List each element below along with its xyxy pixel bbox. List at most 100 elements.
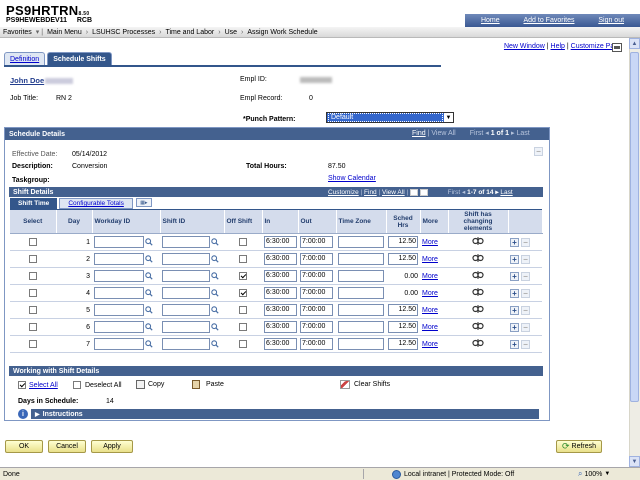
off-shift-checkbox[interactable] <box>239 289 247 297</box>
off-shift-checkbox[interactable] <box>239 340 247 348</box>
in-time-field[interactable]: 6:30:00 <box>264 253 297 265</box>
clear-shifts-action[interactable]: Clear Shifts <box>340 380 390 389</box>
zoom-grid-icon[interactable] <box>419 188 428 196</box>
cancel-button[interactable]: Cancel <box>48 440 86 453</box>
find-link[interactable]: Find <box>412 130 426 137</box>
lookup-icon[interactable] <box>144 255 153 263</box>
add-row-icon[interactable]: + <box>510 305 519 315</box>
find-link[interactable]: Find <box>364 189 377 196</box>
sched-hrs-field[interactable]: 12.50 <box>388 236 418 248</box>
changing-elements-icon[interactable] <box>472 236 484 246</box>
zoom-level[interactable]: 100% <box>584 471 602 478</box>
lookup-icon[interactable] <box>210 306 219 314</box>
copy-action[interactable]: Copy <box>136 380 164 389</box>
sign-out-link[interactable]: Sign out <box>598 17 624 24</box>
out-time-field[interactable]: 7:00:00 <box>300 253 333 265</box>
time-zone-field[interactable] <box>338 338 384 350</box>
out-time-field[interactable]: 7:00:00 <box>300 338 333 350</box>
delete-row-icon[interactable]: − <box>520 254 530 264</box>
changing-elements-icon[interactable] <box>472 270 484 280</box>
in-time-field[interactable]: 6:30:00 <box>264 321 297 333</box>
off-shift-checkbox[interactable] <box>239 238 247 246</box>
delete-row-icon[interactable]: − <box>520 322 530 332</box>
more-link[interactable]: More <box>422 290 438 297</box>
add-row-icon[interactable]: + <box>510 322 519 332</box>
sched-hrs-field[interactable]: 12.50 <box>388 304 418 316</box>
in-time-field[interactable]: 6:30:00 <box>264 338 297 350</box>
workday-id-field[interactable] <box>94 236 144 248</box>
changing-elements-icon[interactable] <box>472 253 484 263</box>
delete-row-icon[interactable]: − <box>520 288 530 298</box>
add-row-icon[interactable]: + <box>510 254 519 264</box>
lookup-icon[interactable] <box>210 323 219 331</box>
lookup-icon[interactable] <box>210 238 219 246</box>
row-select-checkbox[interactable] <box>29 289 37 297</box>
time-zone-field[interactable] <box>338 321 384 333</box>
help-link[interactable]: Help <box>551 43 565 50</box>
scroll-up-arrow[interactable]: ▲ <box>629 38 640 49</box>
time-zone-field[interactable] <box>338 270 384 282</box>
lookup-icon[interactable] <box>144 289 153 297</box>
out-time-field[interactable]: 7:00:00 <box>300 287 333 299</box>
tab-configurable-totals[interactable]: Configurable Totals <box>59 198 133 209</box>
refresh-button[interactable]: ⟳ Refresh <box>556 440 602 453</box>
row-select-checkbox[interactable] <box>29 272 37 280</box>
breadcrumb-main-menu[interactable]: Main Menu <box>47 29 82 36</box>
lookup-icon[interactable] <box>144 323 153 331</box>
breadcrumb-favorites[interactable]: Favorites <box>3 29 32 36</box>
workday-id-field[interactable] <box>94 304 144 316</box>
next-arrow-icon[interactable]: ▸ <box>495 189 498 196</box>
off-shift-checkbox[interactable] <box>239 323 247 331</box>
show-calendar-link[interactable]: Show Calendar <box>328 175 376 182</box>
in-time-field[interactable]: 6:30:00 <box>264 287 297 299</box>
lookup-icon[interactable] <box>144 238 153 246</box>
changing-elements-icon[interactable] <box>472 321 484 331</box>
workday-id-field[interactable] <box>94 270 144 282</box>
add-row-icon[interactable]: + <box>510 339 519 349</box>
time-zone-field[interactable] <box>338 236 384 248</box>
more-link[interactable]: More <box>422 341 438 348</box>
in-time-field[interactable]: 6:30:00 <box>264 270 297 282</box>
in-time-field[interactable]: 6:30:00 <box>264 304 297 316</box>
changing-elements-icon[interactable] <box>472 304 484 314</box>
apply-button[interactable]: Apply <box>91 440 133 453</box>
tab-schedule-shifts[interactable]: Schedule Shifts <box>47 52 112 66</box>
deselect-all-action[interactable]: Deselect All <box>73 381 122 389</box>
changing-elements-icon[interactable] <box>472 287 484 297</box>
lookup-icon[interactable] <box>144 306 153 314</box>
home-link[interactable]: Home <box>481 17 500 24</box>
time-zone-field[interactable] <box>338 253 384 265</box>
row-select-checkbox[interactable] <box>29 255 37 263</box>
lookup-icon[interactable] <box>210 272 219 280</box>
sched-hrs-field[interactable]: 12.50 <box>388 321 418 333</box>
add-row-icon[interactable]: + <box>510 288 519 298</box>
out-time-field[interactable]: 7:00:00 <box>300 304 333 316</box>
delete-row-icon[interactable]: − <box>520 237 530 247</box>
chevron-down-icon[interactable]: ▼ <box>604 471 610 477</box>
scrollbar-thumb[interactable] <box>630 52 639 402</box>
more-link[interactable]: More <box>422 324 438 331</box>
add-to-favorites-link[interactable]: Add to Favorites <box>524 17 575 24</box>
delete-row-icon[interactable]: − <box>520 339 530 349</box>
time-zone-field[interactable] <box>338 287 384 299</box>
customize-link[interactable]: Customize <box>328 189 359 196</box>
paste-action[interactable]: Paste <box>192 380 224 389</box>
add-row-icon[interactable]: + <box>510 271 519 281</box>
chevron-down-icon[interactable]: ▼ <box>444 113 453 122</box>
add-row-icon[interactable]: + <box>510 237 519 247</box>
select-all-action[interactable]: Select All <box>18 381 58 389</box>
more-link[interactable]: More <box>422 256 438 263</box>
shift-id-field[interactable] <box>162 287 210 299</box>
lookup-icon[interactable] <box>210 289 219 297</box>
in-time-field[interactable]: 6:30:00 <box>264 236 297 248</box>
shift-id-field[interactable] <box>162 236 210 248</box>
download-grid-icon[interactable] <box>409 188 418 196</box>
lookup-icon[interactable] <box>144 272 153 280</box>
out-time-field[interactable]: 7:00:00 <box>300 236 333 248</box>
lookup-icon[interactable] <box>210 340 219 348</box>
shift-id-field[interactable] <box>162 338 210 350</box>
off-shift-checkbox[interactable] <box>239 272 247 280</box>
shift-id-field[interactable] <box>162 304 210 316</box>
time-zone-field[interactable] <box>338 304 384 316</box>
row-select-checkbox[interactable] <box>29 306 37 314</box>
